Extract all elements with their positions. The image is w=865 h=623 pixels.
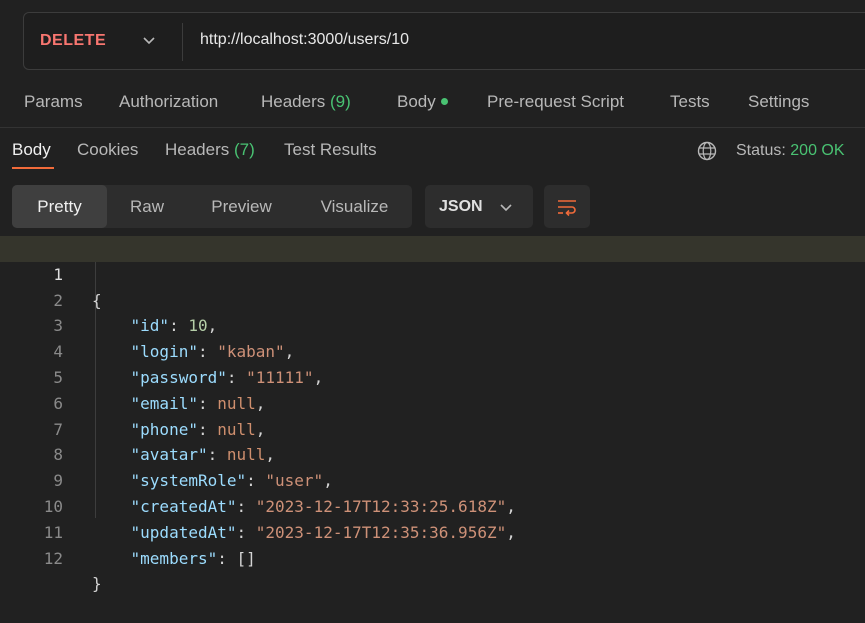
code-line: 5 "email": null, [0,339,865,413]
code-line: 2 "id": 10, [0,262,865,336]
response-headers-count-badge: (7) [234,140,255,159]
divider [0,127,865,128]
response-tab-headers[interactable]: Headers (7) [165,140,255,160]
format-select[interactable]: JSON [425,185,533,228]
chevron-down-icon [500,204,512,212]
tab-body[interactable]: Body [397,92,448,112]
wrap-lines-icon [558,200,576,217]
tab-headers-label: Headers [261,92,326,111]
tab-headers[interactable]: Headers (9) [261,92,351,112]
code-line: 3 "login": "kaban", [0,288,865,361]
json-value: [] [236,548,256,568]
code-line: 12 } [0,520,865,594]
code-line: 9 "createdAt": "2023-12-17T12:33:25.618Z… [0,442,865,516]
wrap-lines-button[interactable] [544,185,590,228]
code-line: 4 "password": "11111", [0,313,865,387]
globe-icon[interactable] [697,141,717,161]
url-bar: DELETE [23,12,865,70]
format-select-value: JSON [439,198,483,215]
status-value: 200 OK [790,142,845,159]
tab-pre-request-script[interactable]: Pre-request Script [487,92,624,112]
status-label: Status: [736,142,786,159]
code-line: 10 "updatedAt": "2023-12-17T12:35:36.956… [0,468,865,542]
tab-authorization[interactable]: Authorization [119,92,218,112]
json-brace-close: } [92,574,102,594]
code-line: 7 "avatar": null, [0,391,865,465]
response-tab-cookies[interactable]: Cookies [77,140,138,160]
response-status: Status: 200 OK [736,142,845,160]
method-select[interactable]: DELETE [40,32,106,50]
view-visualize-button[interactable]: Visualize [308,185,401,228]
response-tab-headers-label: Headers [165,140,230,159]
response-tab-body[interactable]: Body [12,140,51,160]
code-line: 8 "systemRole": "user", [0,417,865,490]
chevron-down-icon[interactable] [142,33,156,47]
url-divider [182,23,183,61]
active-tab-underline [12,167,54,169]
body-indicator-dot [440,98,448,106]
line-number: 12 [43,548,63,568]
response-body-editor[interactable]: 1 { 2 "id": 10, 3 "login": "kaban", 4 "p… [0,236,865,594]
url-input[interactable] [200,31,800,49]
tab-body-label: Body [397,92,436,111]
code-line: 11 "members": [] [0,494,865,568]
view-raw-button[interactable]: Raw [114,185,180,228]
response-tab-test-results[interactable]: Test Results [284,140,377,160]
tab-params[interactable]: Params [24,92,83,112]
request-tabs: Params Authorization Headers (9) Body Pr… [0,92,865,120]
json-key: "members" [130,548,218,568]
headers-count-badge: (9) [330,92,351,111]
tab-settings[interactable]: Settings [748,92,809,112]
view-mode-group: Pretty Raw Preview Visualize [12,185,412,228]
code-line: 1 { [0,236,865,310]
view-pretty-button[interactable]: Pretty [12,185,107,228]
code-line: 6 "phone": null, [0,365,865,439]
view-preview-button[interactable]: Preview [197,185,286,228]
tab-tests[interactable]: Tests [670,92,710,112]
